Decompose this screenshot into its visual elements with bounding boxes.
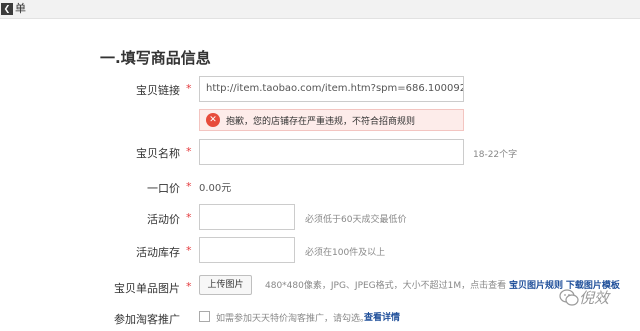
tab-title-text: 单 bbox=[15, 2, 26, 15]
price-label: 一口价 bbox=[147, 182, 180, 195]
promotion-label: 参加淘客推广 bbox=[114, 313, 180, 326]
chevron-icon: ❮ bbox=[1, 3, 13, 15]
error-message-box: ✕ 抱歉，您的店铺存在严重违规，不符合招商规则 bbox=[199, 109, 464, 131]
stock-label: 活动库存 bbox=[136, 246, 180, 259]
error-message-text: 抱歉，您的店铺存在严重违规，不符合招商规则 bbox=[226, 117, 416, 127]
name-label: 宝贝名称 bbox=[136, 147, 180, 160]
image-label: 宝贝单品图片 bbox=[114, 282, 180, 295]
top-bar: ❮ 单 bbox=[0, 0, 640, 19]
price-value: 0.00元 bbox=[199, 183, 232, 194]
required-mark: * bbox=[186, 145, 192, 158]
watermark-text: 倪效 bbox=[579, 289, 610, 307]
tab-title-fragment[interactable]: ❮ 单 bbox=[0, 0, 26, 19]
image-rules-link[interactable]: 宝贝图片规则 bbox=[509, 281, 563, 291]
activity-price-label: 活动价 bbox=[147, 213, 180, 226]
stock-hint: 必须在100件及以上 bbox=[305, 248, 386, 258]
link-label: 宝贝链接 bbox=[136, 84, 180, 97]
activity-price-input[interactable] bbox=[199, 204, 295, 230]
required-mark: * bbox=[186, 244, 192, 257]
item-link-input[interactable]: http://item.taobao.com/item.htm?spm=686.… bbox=[199, 76, 464, 102]
section-title: 一.填写商品信息 bbox=[100, 49, 211, 67]
required-mark: * bbox=[186, 280, 192, 293]
error-icon: ✕ bbox=[206, 113, 220, 127]
watermark: 倪效 bbox=[559, 282, 633, 316]
image-hint-text: 480*480像素，JPG、JPEG格式，大小不超过1M，点击查看 bbox=[265, 281, 507, 291]
promotion-checkbox[interactable] bbox=[199, 311, 210, 322]
item-name-input[interactable] bbox=[199, 139, 464, 165]
promotion-details-link[interactable]: 查看详情 bbox=[364, 310, 400, 323]
upload-image-button[interactable]: 上传图片 bbox=[199, 275, 252, 295]
name-hint: 18-22个字 bbox=[473, 150, 518, 160]
promotion-text: 如需参加天天特价淘客推广，请勾选。 bbox=[216, 314, 370, 324]
activity-price-hint: 必须低于60天成交最低价 bbox=[305, 215, 407, 225]
stock-input[interactable] bbox=[199, 237, 295, 263]
required-mark: * bbox=[186, 180, 192, 193]
wechat-icon bbox=[559, 289, 579, 306]
required-mark: * bbox=[186, 211, 192, 224]
required-mark: * bbox=[186, 82, 192, 95]
